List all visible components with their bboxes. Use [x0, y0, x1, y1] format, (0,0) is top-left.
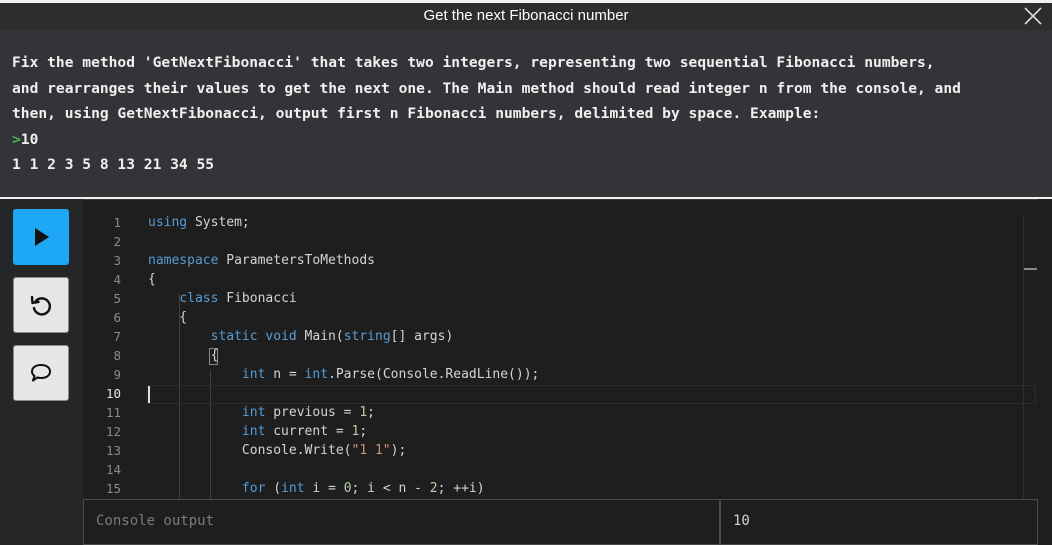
code-text: static void Main(string[] args)	[210, 329, 454, 344]
code-line[interactable]: 8 {	[83, 347, 1023, 366]
prompt-symbol: >	[12, 130, 21, 148]
code-line[interactable]: 3 namespace ParametersToMethods	[83, 252, 1023, 271]
code-text: class Fibonacci	[179, 291, 297, 306]
speech-bubble-icon	[31, 364, 51, 382]
code-line[interactable]: 6 {	[83, 309, 1023, 328]
io-panel: Console output 10	[83, 499, 1038, 545]
text-cursor	[148, 386, 150, 403]
example-output: 1 1 2 3 5 8 13 21 34 55	[12, 156, 215, 173]
code-text: {	[148, 348, 219, 363]
action-sidebar	[0, 199, 83, 545]
code-text: int previous = 1;	[241, 405, 375, 420]
reset-button[interactable]	[13, 277, 69, 333]
code-text: using System;	[148, 215, 250, 230]
line-number: 4	[113, 272, 121, 287]
task-description: Fix the method 'GetNextFibonacci' that t…	[0, 30, 1052, 197]
code-line[interactable]: 12 int current = 1;	[83, 423, 1023, 442]
code-line[interactable]: 2	[83, 233, 1023, 252]
right-gutter	[1038, 199, 1052, 545]
line-number: 8	[113, 348, 121, 363]
run-button[interactable]	[13, 209, 69, 265]
hint-button[interactable]	[13, 345, 69, 401]
line-number: 13	[105, 443, 121, 458]
vertical-scrollbar[interactable]	[1023, 214, 1038, 500]
scrollbar-marker	[1024, 268, 1037, 270]
code-line[interactable]: 4{	[83, 271, 1023, 290]
code-text: {	[148, 272, 156, 287]
task-line-2: and rearranges their values to get the n…	[12, 79, 961, 97]
code-line[interactable]: 1 using System;	[83, 214, 1023, 233]
code-line[interactable]: 14	[83, 461, 1023, 480]
task-line-3: then, using GetNextFibonacci, output fir…	[12, 105, 821, 122]
play-icon	[35, 228, 49, 246]
example-input-line: >10	[12, 127, 1040, 153]
code-text: {	[148, 310, 188, 325]
line-number: 1	[113, 215, 121, 230]
bracket-match-highlight	[209, 348, 218, 365]
code-line[interactable]: 5 class Fibonacci	[83, 290, 1023, 309]
code-text: int n = int.Parse(Console.ReadLine());	[241, 367, 540, 382]
line-number: 9	[113, 367, 121, 382]
line-number: 5	[113, 291, 121, 306]
line-number: 3	[113, 253, 121, 268]
line-number: 10	[105, 386, 121, 401]
code-text: namespace ParametersToMethods	[148, 253, 375, 268]
code-line[interactable]: 7 static void Main(string[] args)	[83, 328, 1023, 347]
line-number: 2	[113, 234, 121, 249]
line-number: 11	[105, 405, 121, 420]
code-text: for (int i = 0; i < n - 2; ++i)	[241, 481, 485, 496]
window-title: Get the next Fibonacci number	[423, 7, 629, 24]
line-number: 14	[105, 462, 121, 477]
code-line[interactable]: 11 int previous = 1;	[83, 404, 1023, 423]
line-number: 6	[113, 310, 121, 325]
reset-icon	[30, 295, 52, 316]
task-line-1: Fix the method 'GetNextFibonacci' that t…	[12, 54, 935, 71]
current-line-highlight	[146, 385, 1036, 404]
example-input: 10	[20, 130, 39, 148]
line-number: 7	[113, 329, 121, 344]
code-text: int current = 1;	[241, 424, 368, 439]
line-number: 15	[105, 481, 121, 496]
code-line[interactable]: 15 for (int i = 0; i < n - 2; ++i)	[83, 480, 1023, 499]
code-line[interactable]: 13 Console.Write("1 1");	[83, 442, 1023, 461]
code-line[interactable]: 9 int n = int.Parse(Console.ReadLine());	[83, 366, 1023, 385]
console-input-field[interactable]: 10	[720, 499, 1038, 545]
close-icon[interactable]	[1022, 5, 1044, 27]
title-bar: Get the next Fibonacci number	[0, 0, 1052, 30]
line-number: 12	[105, 424, 121, 439]
console-output: Console output	[83, 499, 720, 545]
code-text: Console.Write("1 1");	[148, 443, 407, 458]
code-editor[interactable]: 1 using System; 2 3 namespace ParametersToMe…	[83, 199, 1038, 500]
code-line[interactable]: 10	[83, 385, 1036, 404]
